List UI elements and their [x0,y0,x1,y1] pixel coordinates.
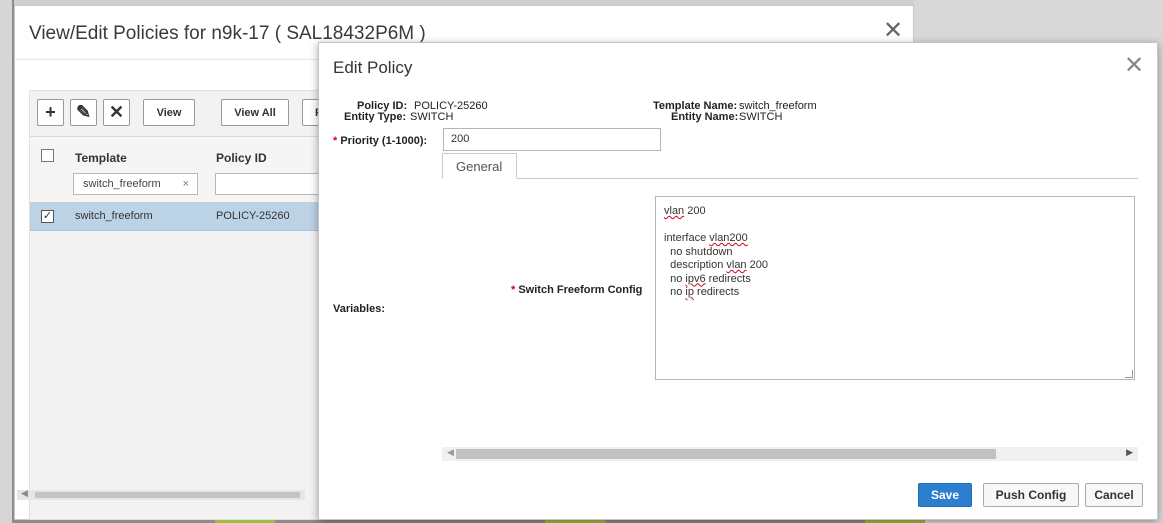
config-text: 200 [746,259,768,271]
switch-freeform-config-textarea[interactable]: vlan 200 interface vlan200 no shutdown d… [655,196,1135,380]
scrollbar-thumb[interactable] [35,492,300,498]
config-text: ipv6 [685,272,706,285]
column-policy-id[interactable]: Policy ID [216,151,267,165]
scroll-left-icon[interactable]: ◀ [447,447,454,458]
delete-icon[interactable]: ✕ [103,99,130,126]
clear-filter-icon[interactable]: × [183,178,189,190]
config-text: ip [685,286,694,298]
view-button[interactable]: View [143,99,195,126]
switch-freeform-config-label-text: Switch Freeform Config [518,284,643,296]
entity-type-value: SWITCH [410,111,454,123]
scroll-left-icon[interactable]: ◀ [21,488,28,499]
horizontal-scrollbar[interactable]: ◀ [17,488,305,500]
config-text: no [664,286,686,298]
row-checkbox[interactable]: ✓ [41,210,54,223]
resize-handle-icon[interactable] [1125,370,1133,378]
required-mark: * [333,135,338,147]
add-icon[interactable]: + [37,99,64,126]
push-config-button[interactable]: Push Config [983,483,1079,507]
row-template: switch_freeform [75,210,153,222]
row-policy-id: POLICY-25260 [216,210,290,222]
config-text: redirects [705,272,751,285]
horizontal-scrollbar[interactable]: ◀ ▶ [442,447,1138,461]
close-icon[interactable]: ✕ [1124,54,1144,78]
save-button[interactable]: Save [918,483,972,507]
entity-name-label: Entity Name: [671,111,739,123]
tab-bar-divider [442,178,1138,179]
config-text: 200 [684,205,706,217]
column-template[interactable]: Template [75,151,127,165]
scrollbar-thumb[interactable] [456,449,996,459]
edit-icon[interactable]: ✎ [70,99,97,126]
required-mark: * [511,284,516,296]
modal-title: Edit Policy [333,58,413,77]
config-text: redirects [693,286,740,298]
entity-name-value: SWITCH [739,111,783,123]
policies-panel: + ✎ ✕ View View All Pus Template Policy … [29,90,332,520]
policy-id-filter-input[interactable] [215,173,320,195]
switch-freeform-config-label: * Switch Freeform Config [511,284,642,296]
config-text: no shutdown [664,245,733,258]
config-text: interface [664,232,710,244]
view-all-button[interactable]: View All [221,99,289,126]
close-icon[interactable]: ✕ [883,19,903,43]
edit-policy-modal: Edit Policy ✕ Policy ID: POLICY-25260 En… [318,42,1158,520]
tab-general[interactable]: General [442,153,517,179]
variables-label: Variables: [333,303,385,315]
template-filter-input[interactable]: switch_freeform × [73,173,198,195]
priority-label-text: Priority (1-1000): [340,135,428,147]
template-filter-value: switch_freeform [83,178,161,190]
config-text: vlan [726,259,747,271]
dialog-title: View/Edit Policies for n9k-17 ( SAL18432… [29,23,426,44]
background-page-left [0,0,12,523]
priority-input[interactable]: 200 [443,128,661,151]
priority-label: * Priority (1-1000): [333,135,427,147]
config-text: vlan [664,205,685,217]
config-text: no [664,272,686,285]
grid-header: Template Policy ID switch_freeform × [30,136,320,208]
table-row[interactable]: ✓ switch_freeform POLICY-25260 [30,202,320,231]
scroll-right-icon[interactable]: ▶ [1126,447,1133,458]
entity-type-label: Entity Type: [344,111,407,123]
cancel-button[interactable]: Cancel [1085,483,1143,507]
config-text: vlan200 [709,232,748,244]
config-text: description [664,259,727,271]
select-all-checkbox[interactable] [41,149,54,162]
